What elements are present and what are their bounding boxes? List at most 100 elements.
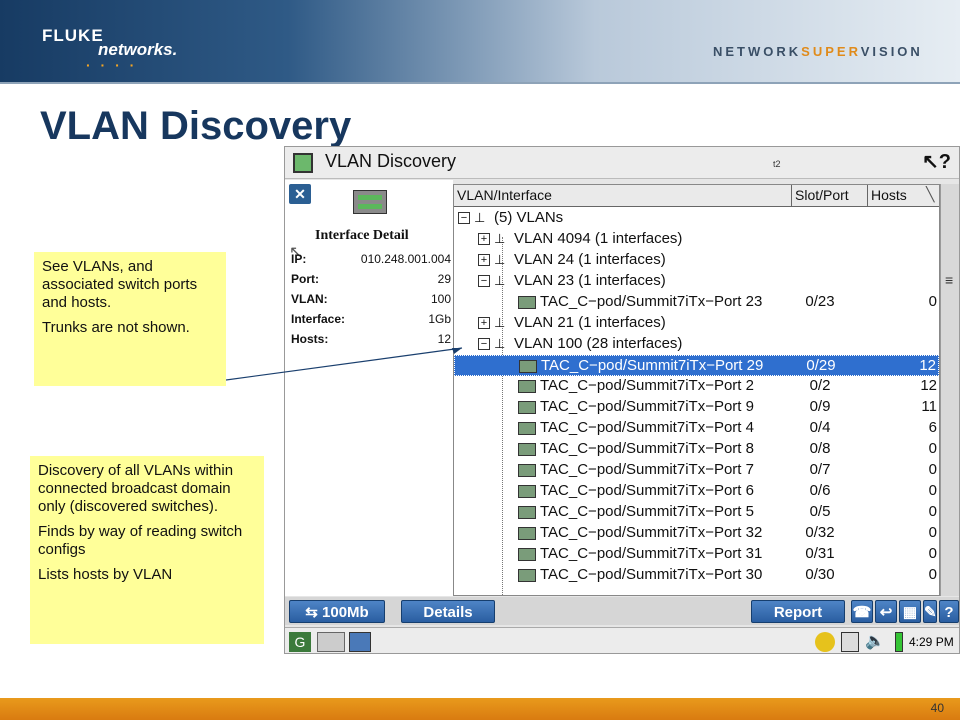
slot-port-cell: 0/7 (809, 461, 831, 478)
vlan-tree[interactable]: VLAN/Interface Slot/Port Hosts ╲ − ⊥ (5) V… (453, 184, 940, 596)
start-icon[interactable]: G (289, 632, 311, 652)
report-button[interactable]: Report (751, 600, 845, 623)
note-text: Discovery of all VLANs within connected … (38, 462, 234, 515)
interface-row[interactable]: TAC_C−pod/Summit7iTx−Port 23 0/23 0 (454, 292, 939, 313)
clock: 4:29 PM (909, 635, 954, 649)
detail-value: 12 (437, 332, 451, 346)
vlan-row[interactable]: − ⊥ VLAN 23 (1 interfaces) (454, 271, 939, 292)
row-label: VLAN 4094 (1 interfaces) (514, 230, 683, 247)
phone-icon[interactable]: ☎ (851, 600, 873, 623)
help-pointer-icon[interactable]: ↖? (922, 149, 951, 174)
slot-port-cell: 0/5 (809, 503, 831, 520)
port-icon (519, 360, 537, 373)
hosts-cell: 0 (928, 440, 937, 457)
details-button[interactable]: Details (401, 600, 495, 623)
port-icon (518, 401, 536, 414)
interface-row[interactable]: TAC_C−pod/Summit7iTx−Port 5 0/5 0 (454, 502, 939, 523)
vlan-row[interactable]: + ⊥ VLAN 21 (1 interfaces) (454, 313, 939, 334)
slot-port-cell: 0/9 (809, 398, 831, 415)
row-label: VLAN 23 (1 interfaces) (514, 272, 666, 289)
hosts-cell: 0 (928, 461, 937, 478)
chart-icon[interactable]: ▦ (899, 600, 921, 623)
column-header-slot[interactable]: Slot/Port (792, 185, 868, 207)
row-label: TAC_C−pod/Summit7iTx−Port 29 (541, 357, 764, 374)
window-title: VLAN Discovery (325, 151, 457, 171)
slot-port-cell: 0/29 (806, 357, 836, 374)
status-bar: G 🔈 4:29 PM (285, 627, 959, 653)
slot-port-cell: 0/32 (805, 524, 835, 541)
network-icon: ⊥ (474, 210, 486, 225)
hosts-cell: 12 (920, 377, 937, 394)
network-icon: ⊥ (494, 231, 506, 246)
interface-row[interactable]: TAC_C−pod/Summit7iTx−Port 9 0/9 11 (454, 397, 939, 418)
collapse-icon[interactable]: − (458, 212, 470, 224)
header-banner: FLUKE networks. · · · · NETWORKSUPERVISI… (0, 0, 960, 82)
switch-icon (353, 190, 387, 214)
vlan-row[interactable]: − ⊥ (5) VLANs (454, 208, 939, 229)
link-icon: ⇆ (305, 604, 323, 621)
interface-row[interactable]: TAC_C−pod/Summit7iTx−Port 2 0/2 12 (454, 376, 939, 397)
hosts-cell: 11 (921, 398, 937, 415)
slot-port-cell: 0/31 (805, 545, 835, 562)
detail-label: Port: (291, 272, 319, 286)
window-titlebar: VLAN Discovery t2 ↖? (285, 147, 959, 179)
slide-title: VLAN Discovery (40, 104, 352, 148)
detail-value: 100 (430, 292, 451, 306)
speed-button[interactable]: ⇆ 100Mb (289, 600, 385, 623)
clipboard-icon[interactable] (841, 632, 859, 652)
close-button[interactable]: ✕ (289, 184, 311, 204)
device-screen: VLAN Discovery t2 ↖? ✕ ↖ Interface Detai… (284, 146, 960, 654)
window-switch-icon[interactable] (349, 632, 371, 652)
column-header-vlan[interactable]: VLAN/Interface (454, 185, 792, 207)
pointer-arrow (226, 347, 463, 381)
vlan-row[interactable]: + ⊥ VLAN 24 (1 interfaces) (454, 250, 939, 271)
slot-port-cell: 0/4 (809, 419, 831, 436)
row-label: (5) VLANs (494, 209, 564, 226)
interface-row[interactable]: TAC_C−pod/Summit7iTx−Port 29 0/29 12 (454, 355, 939, 376)
speaker-icon[interactable]: 🔈 (865, 632, 887, 652)
logo-dots: · · · · (86, 57, 138, 73)
interface-row[interactable]: TAC_C−pod/Summit7iTx−Port 4 0/4 6 (454, 418, 939, 439)
callout-note-vlans: See VLANs, and associated switch ports a… (34, 252, 226, 386)
keyboard-icon[interactable] (317, 632, 345, 652)
row-label: VLAN 21 (1 interfaces) (514, 314, 666, 331)
row-label: VLAN 100 (28 interfaces) (514, 335, 683, 352)
interface-row[interactable]: TAC_C−pod/Summit7iTx−Port 8 0/8 0 (454, 439, 939, 460)
port-icon (518, 548, 536, 561)
interface-row[interactable]: TAC_C−pod/Summit7iTx−Port 31 0/31 0 (454, 544, 939, 565)
port-icon (518, 569, 536, 582)
scroll-grip-icon[interactable]: ≡ (945, 272, 953, 288)
collapse-icon[interactable]: − (478, 338, 490, 350)
row-label: TAC_C−pod/Summit7iTx−Port 7 (540, 461, 754, 478)
collapse-icon[interactable]: − (478, 275, 490, 287)
tagline: NETWORKSUPERVISION (713, 44, 923, 59)
note-text: Finds by way of reading switch configs (38, 523, 243, 558)
hosts-cell: 6 (928, 419, 937, 436)
row-label: TAC_C−pod/Summit7iTx−Port 32 (540, 524, 763, 541)
globe-icon[interactable] (815, 632, 835, 652)
vlan-row[interactable]: − ⊥ VLAN 100 (28 interfaces) (454, 334, 939, 355)
title-mark: t2 (773, 159, 781, 169)
logo-fluke: FLUKE (42, 26, 104, 45)
detail-label: IP: (291, 252, 307, 266)
back-icon[interactable]: ↩ (875, 600, 897, 623)
port-icon (518, 380, 536, 393)
hosts-cell: 0 (928, 293, 937, 310)
expand-icon[interactable]: + (478, 254, 490, 266)
interface-row[interactable]: TAC_C−pod/Summit7iTx−Port 32 0/32 0 (454, 523, 939, 544)
detail-heading: Interface Detail (315, 228, 409, 243)
note-text: See VLANs, and associated switch ports a… (42, 258, 198, 311)
network-icon: ⊥ (494, 252, 506, 267)
slot-port-cell: 0/30 (805, 566, 835, 583)
tools-icon[interactable]: ✎ (923, 600, 937, 623)
vlan-row[interactable]: + ⊥ VLAN 4094 (1 interfaces) (454, 229, 939, 250)
interface-row[interactable]: TAC_C−pod/Summit7iTx−Port 7 0/7 0 (454, 460, 939, 481)
slot-port-cell: 0/6 (809, 482, 831, 499)
interface-row[interactable]: TAC_C−pod/Summit7iTx−Port 6 0/6 0 (454, 481, 939, 502)
expand-icon[interactable]: + (478, 233, 490, 245)
interface-row[interactable]: TAC_C−pod/Summit7iTx−Port 30 0/30 0 (454, 565, 939, 586)
help-icon[interactable]: ? (939, 600, 959, 623)
network-icon: ⊥ (494, 336, 506, 351)
vertical-scrollbar[interactable]: ≡ (940, 184, 959, 596)
expand-icon[interactable]: + (478, 317, 490, 329)
